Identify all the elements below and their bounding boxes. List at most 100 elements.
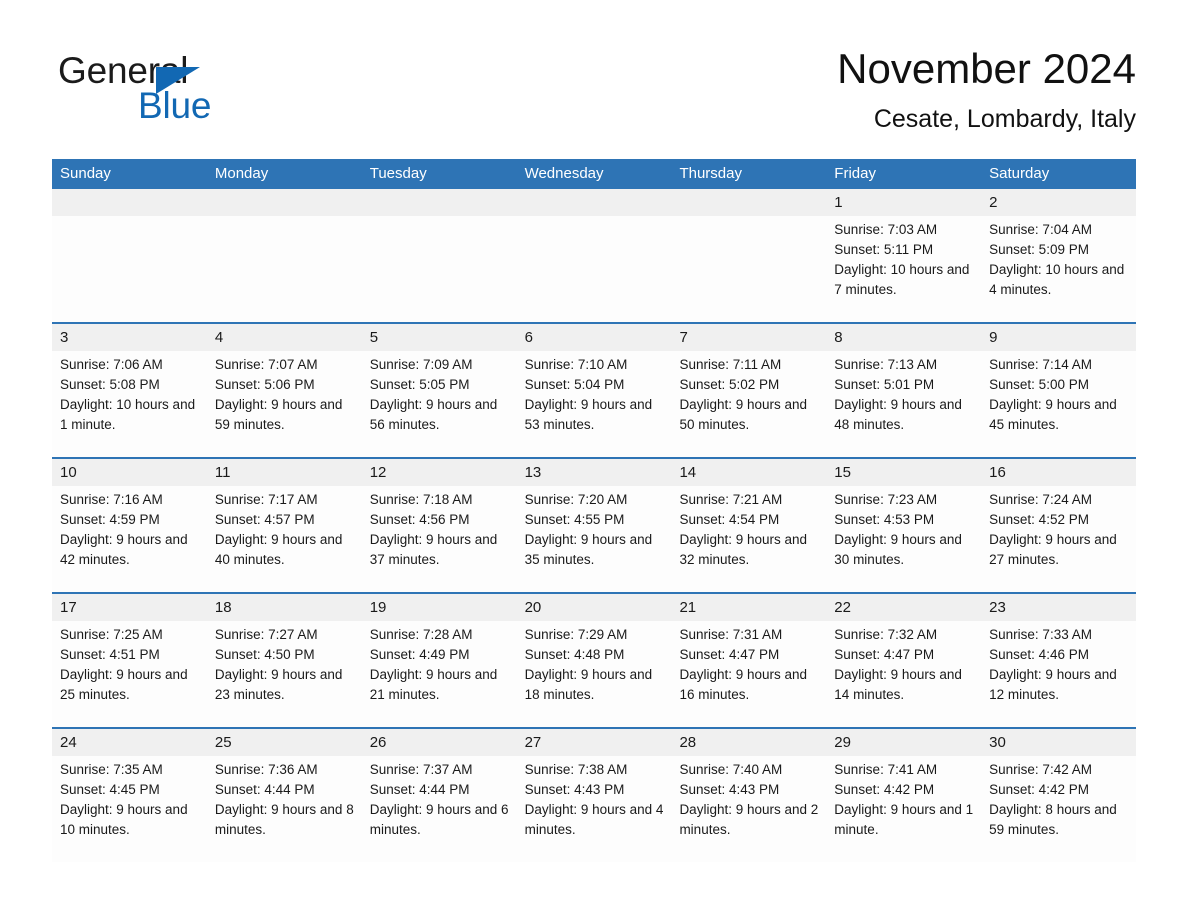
sunset-text: Sunset: 5:06 PM <box>214 377 315 392</box>
sunrise-text: Sunrise: 7:20 AM <box>524 492 628 507</box>
day-info: Sunrise: 7:25 AM Sunset: 4:51 PM Dayligh… <box>60 625 199 705</box>
day-number: 10 <box>60 464 77 481</box>
brand-name-blue: Blue <box>138 85 212 126</box>
day-number: 19 <box>369 599 387 616</box>
day-cell[interactable]: 16 Sunrise: 7:24 AM Sunset: 4:52 PM Dayl… <box>981 459 1136 592</box>
day-info: Sunrise: 7:41 AM Sunset: 4:42 PM Dayligh… <box>834 760 973 840</box>
sunrise-text: Sunrise: 7:33 AM <box>989 627 1092 642</box>
daylight-text: Daylight: 8 hours and 59 minutes. <box>989 802 1117 837</box>
day-cell[interactable]: 19 Sunrise: 7:28 AM Sunset: 4:49 PM Dayl… <box>362 594 517 727</box>
page-header: General Blue November 2024 Cesate, Lomba… <box>52 44 1136 152</box>
day-info: Sunrise: 7:09 AM Sunset: 5:05 PM Dayligh… <box>370 355 509 435</box>
day-number: 9 <box>989 329 998 346</box>
sunset-text: Sunset: 4:42 PM <box>989 782 1089 797</box>
day-cell[interactable]: 24 Sunrise: 7:35 AM Sunset: 4:45 PM Dayl… <box>52 729 207 862</box>
day-cell[interactable]: 2 Sunrise: 7:04 AM Sunset: 5:09 PM Dayli… <box>981 189 1136 322</box>
sunset-text: Sunset: 4:55 PM <box>524 512 625 527</box>
day-cell[interactable]: 21 Sunrise: 7:31 AM Sunset: 4:47 PM Dayl… <box>671 594 826 727</box>
daylight-text: Daylight: 9 hours and 50 minutes. <box>679 397 808 432</box>
day-cell[interactable]: 22 Sunrise: 7:32 AM Sunset: 4:47 PM Dayl… <box>826 594 981 727</box>
daylight-text: Daylight: 9 hours and 10 minutes. <box>60 802 188 837</box>
daylight-text: Daylight: 9 hours and 23 minutes. <box>214 667 343 702</box>
day-cell[interactable]: 14 Sunrise: 7:21 AM Sunset: 4:54 PM Dayl… <box>671 459 826 592</box>
sunrise-text: Sunrise: 7:32 AM <box>834 627 938 642</box>
day-cell[interactable]: 1 Sunrise: 7:03 AM Sunset: 5:11 PM Dayli… <box>826 189 981 322</box>
sunset-text: Sunset: 4:46 PM <box>989 647 1089 662</box>
day-info: Sunrise: 7:03 AM Sunset: 5:11 PM Dayligh… <box>834 220 973 300</box>
daylight-text: Daylight: 9 hours and 32 minutes. <box>679 532 808 567</box>
sunset-text: Sunset: 5:01 PM <box>834 377 935 392</box>
sunrise-text: Sunrise: 7:07 AM <box>214 357 318 372</box>
sunset-text: Sunset: 5:09 PM <box>989 242 1089 257</box>
daylight-text: Daylight: 9 hours and 27 minutes. <box>989 532 1117 567</box>
day-cell[interactable]: 26 Sunrise: 7:37 AM Sunset: 4:44 PM Dayl… <box>362 729 517 862</box>
day-cell[interactable]: 29 Sunrise: 7:41 AM Sunset: 4:42 PM Dayl… <box>826 729 981 862</box>
day-info: Sunrise: 7:23 AM Sunset: 4:53 PM Dayligh… <box>834 490 973 570</box>
sunrise-text: Sunrise: 7:16 AM <box>60 492 163 507</box>
sunrise-text: Sunrise: 7:36 AM <box>214 762 318 777</box>
daylight-text: Daylight: 9 hours and 35 minutes. <box>524 532 653 567</box>
day-number: 12 <box>369 464 387 481</box>
day-cell[interactable]: 12 Sunrise: 7:18 AM Sunset: 4:56 PM Dayl… <box>362 459 517 592</box>
daylight-text: Daylight: 9 hours and 40 minutes. <box>214 532 343 567</box>
sunset-text: Sunset: 4:50 PM <box>214 647 315 662</box>
daylight-text: Daylight: 9 hours and 37 minutes. <box>369 532 498 567</box>
day-number: 18 <box>214 599 232 616</box>
day-info: Sunrise: 7:20 AM Sunset: 4:55 PM Dayligh… <box>525 490 664 570</box>
day-info: Sunrise: 7:33 AM Sunset: 4:46 PM Dayligh… <box>989 625 1128 705</box>
day-cell[interactable]: 27 Sunrise: 7:38 AM Sunset: 4:43 PM Dayl… <box>517 729 672 862</box>
day-cell <box>517 189 672 322</box>
day-number: 17 <box>60 599 77 616</box>
day-cell[interactable]: 30 Sunrise: 7:42 AM Sunset: 4:42 PM Dayl… <box>981 729 1136 862</box>
day-number: 14 <box>679 464 697 481</box>
day-info: Sunrise: 7:11 AM Sunset: 5:02 PM Dayligh… <box>679 355 818 435</box>
day-cell[interactable]: 9 Sunrise: 7:14 AM Sunset: 5:00 PM Dayli… <box>981 324 1136 457</box>
day-number: 23 <box>989 599 1006 616</box>
day-cell[interactable]: 3 Sunrise: 7:06 AM Sunset: 5:08 PM Dayli… <box>52 324 207 457</box>
weekday-header-tuesday: Tuesday <box>369 165 427 182</box>
day-cell[interactable]: 15 Sunrise: 7:23 AM Sunset: 4:53 PM Dayl… <box>826 459 981 592</box>
day-cell[interactable]: 10 Sunrise: 7:16 AM Sunset: 4:59 PM Dayl… <box>52 459 207 592</box>
day-cell <box>207 189 362 322</box>
day-info: Sunrise: 7:06 AM Sunset: 5:08 PM Dayligh… <box>60 355 199 435</box>
sunset-text: Sunset: 4:49 PM <box>369 647 470 662</box>
sunset-text: Sunset: 4:54 PM <box>679 512 780 527</box>
sunrise-text: Sunrise: 7:24 AM <box>989 492 1092 507</box>
sunset-text: Sunset: 4:45 PM <box>60 782 160 797</box>
daylight-text: Daylight: 9 hours and 45 minutes. <box>989 397 1117 432</box>
weekday-header-monday: Monday <box>214 165 269 182</box>
day-cell[interactable]: 6 Sunrise: 7:10 AM Sunset: 5:04 PM Dayli… <box>517 324 672 457</box>
sunrise-text: Sunrise: 7:28 AM <box>369 627 473 642</box>
day-info: Sunrise: 7:40 AM Sunset: 4:43 PM Dayligh… <box>679 760 818 840</box>
day-cell[interactable]: 11 Sunrise: 7:17 AM Sunset: 4:57 PM Dayl… <box>207 459 362 592</box>
day-cell[interactable]: 13 Sunrise: 7:20 AM Sunset: 4:55 PM Dayl… <box>517 459 672 592</box>
daylight-text: Daylight: 9 hours and 42 minutes. <box>60 532 188 567</box>
day-number: 20 <box>524 599 542 616</box>
day-cell[interactable]: 4 Sunrise: 7:07 AM Sunset: 5:06 PM Dayli… <box>207 324 362 457</box>
daylight-text: Daylight: 9 hours and 1 minute. <box>834 802 974 837</box>
weekday-header-saturday: Saturday <box>989 165 1050 182</box>
day-cell[interactable]: 17 Sunrise: 7:25 AM Sunset: 4:51 PM Dayl… <box>52 594 207 727</box>
sunrise-text: Sunrise: 7:14 AM <box>989 357 1092 372</box>
day-cell[interactable]: 7 Sunrise: 7:11 AM Sunset: 5:02 PM Dayli… <box>671 324 826 457</box>
day-info: Sunrise: 7:14 AM Sunset: 5:00 PM Dayligh… <box>989 355 1128 435</box>
day-cell[interactable]: 23 Sunrise: 7:33 AM Sunset: 4:46 PM Dayl… <box>981 594 1136 727</box>
daylight-text: Daylight: 9 hours and 30 minutes. <box>834 532 962 567</box>
day-cell[interactable]: 25 Sunrise: 7:36 AM Sunset: 4:44 PM Dayl… <box>207 729 362 862</box>
day-cell[interactable]: 20 Sunrise: 7:29 AM Sunset: 4:48 PM Dayl… <box>517 594 672 727</box>
sunset-text: Sunset: 5:02 PM <box>679 377 780 392</box>
week-row: 17 Sunrise: 7:25 AM Sunset: 4:51 PM Dayl… <box>52 592 1136 727</box>
weekday-header-friday: Friday <box>834 165 876 182</box>
day-info: Sunrise: 7:18 AM Sunset: 4:56 PM Dayligh… <box>370 490 509 570</box>
daylight-text: Daylight: 9 hours and 14 minutes. <box>834 667 962 702</box>
day-cell[interactable]: 8 Sunrise: 7:13 AM Sunset: 5:01 PM Dayli… <box>826 324 981 457</box>
sunrise-text: Sunrise: 7:40 AM <box>679 762 783 777</box>
day-number: 11 <box>214 464 231 481</box>
day-number: 2 <box>989 194 998 211</box>
day-cell[interactable]: 5 Sunrise: 7:09 AM Sunset: 5:05 PM Dayli… <box>362 324 517 457</box>
sunset-text: Sunset: 4:53 PM <box>834 512 935 527</box>
day-cell[interactable]: 28 Sunrise: 7:40 AM Sunset: 4:43 PM Dayl… <box>671 729 826 862</box>
day-info: Sunrise: 7:21 AM Sunset: 4:54 PM Dayligh… <box>679 490 818 570</box>
day-cell[interactable]: 18 Sunrise: 7:27 AM Sunset: 4:50 PM Dayl… <box>207 594 362 727</box>
sunset-text: Sunset: 4:42 PM <box>834 782 935 797</box>
